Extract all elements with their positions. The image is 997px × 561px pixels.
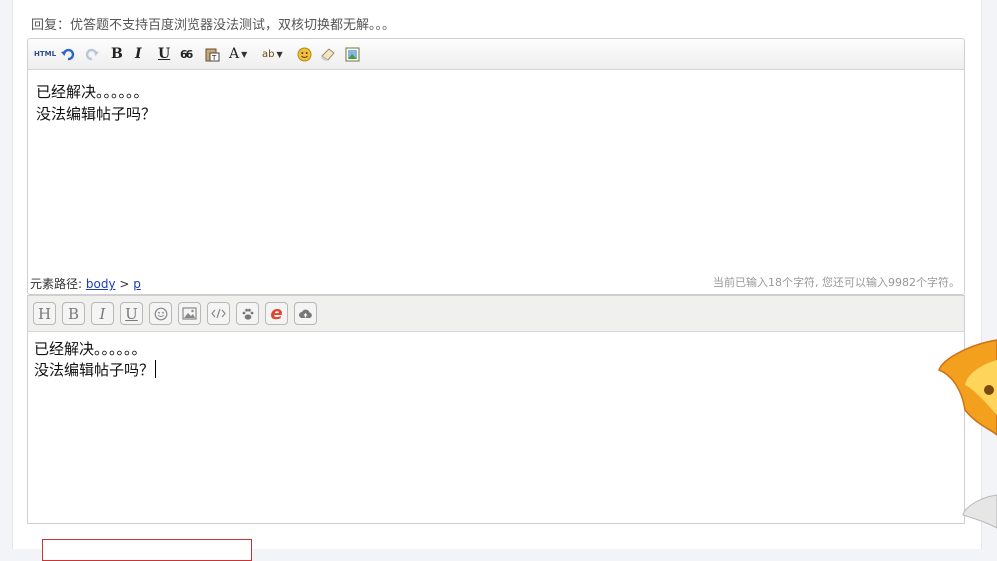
font-color-button[interactable]: A ▼ [229, 44, 247, 64]
content-line: 没法编辑帖子吗？ [36, 105, 157, 123]
undo-icon[interactable] [60, 44, 76, 64]
submit-area[interactable] [42, 539, 252, 561]
content-line: 已经解决。。。。。。 [36, 83, 149, 101]
emoticon-icon[interactable] [149, 302, 172, 325]
italic-button[interactable]: I [135, 44, 142, 64]
cloud-upload-icon[interactable] [294, 302, 317, 325]
char-count: 当前已输入18个字符, 您还可以输入9982个字符。 [713, 276, 960, 289]
reply-quote-text: 回复：优答题不支持百度浏览器没法测试，双核切换都无解。。。 [31, 18, 396, 33]
underline-button[interactable]: U [158, 44, 170, 64]
italic-button[interactable]: I [91, 302, 114, 325]
decorative-leaf-icon [962, 494, 997, 529]
chevron-down-icon: ▼ [241, 49, 248, 59]
clear-format-icon[interactable] [320, 44, 336, 64]
quick-reply-editor: H B I U e 已经解决。。。。。。 没法编辑帖子吗？ [27, 295, 965, 524]
ie-icon[interactable]: e [265, 302, 288, 325]
chevron-down-icon: ▼ [276, 49, 283, 59]
font-color-label: A [229, 46, 240, 62]
highlight-label: ab [262, 48, 275, 60]
element-path: 元素路径: body > p [30, 275, 141, 292]
content-line-text: 没法编辑帖子吗？ [34, 361, 155, 379]
quick-reply-content[interactable]: 已经解决。。。。。。 没法编辑帖子吗？ [34, 339, 157, 381]
bold-button[interactable]: B [111, 44, 123, 64]
content-line: 已经解决。。。。。。 [34, 340, 147, 358]
html-source-button[interactable]: HTML [34, 44, 56, 64]
redo-icon[interactable] [84, 44, 100, 64]
emoticon-icon[interactable] [296, 44, 312, 64]
image-icon[interactable] [178, 302, 201, 325]
underline-button[interactable]: U [120, 302, 143, 325]
insert-image-icon[interactable] [344, 44, 360, 64]
paste-plain-icon[interactable]: T [204, 44, 220, 64]
bold-button[interactable]: B [62, 302, 85, 325]
paw-icon[interactable] [236, 302, 259, 325]
decorative-flower-icon [938, 339, 997, 437]
highlight-color-button[interactable]: ab ▼ [262, 44, 283, 64]
editor-content[interactable]: 已经解决。。。。。。 没法编辑帖子吗？ [36, 81, 156, 125]
rich-text-editor: HTML B I U 66 T A ▼ ab ▼ 已经解决。。。。。。 没法编辑帖子… [27, 38, 965, 295]
blockquote-button[interactable]: 66 [180, 44, 193, 64]
element-path-label: 元素路径: [30, 277, 83, 291]
heading-button[interactable]: H [33, 302, 56, 325]
element-path-separator: > [119, 277, 130, 291]
editor-toolbar: HTML B I U 66 T A ▼ ab ▼ [28, 39, 964, 70]
element-path-p-link[interactable]: p [133, 277, 141, 291]
svg-text:T: T [211, 54, 217, 62]
text-cursor [155, 360, 157, 378]
quick-reply-toolbar: H B I U e [28, 296, 964, 332]
content-line: 没法编辑帖子吗？ [34, 360, 157, 381]
element-path-body-link[interactable]: body [86, 277, 116, 291]
code-icon[interactable] [207, 302, 230, 325]
